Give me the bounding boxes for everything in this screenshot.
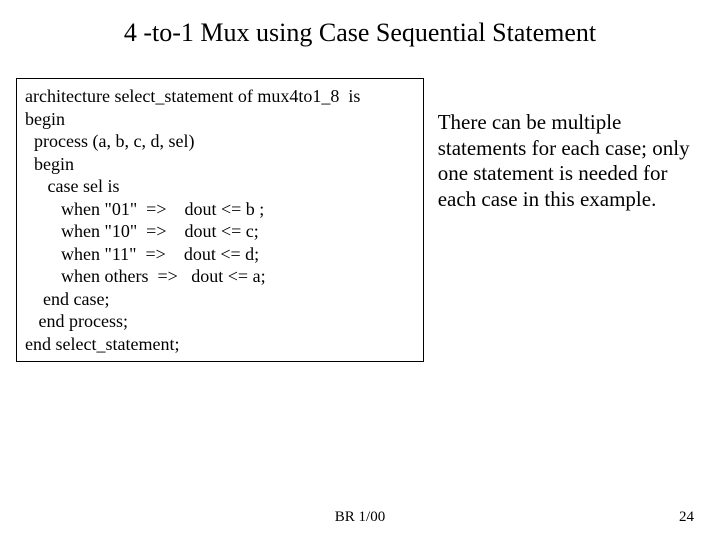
code-box: architecture select_statement of mux4to1… <box>16 78 424 362</box>
code-line: case sel is <box>25 175 415 198</box>
code-line: when "01" => dout <= b ; <box>25 198 415 221</box>
code-line: when "11" => dout <= d; <box>25 243 415 266</box>
code-line: end process; <box>25 310 415 333</box>
code-line: process (a, b, c, d, sel) <box>25 130 415 153</box>
code-line: end case; <box>25 288 415 311</box>
slide: 4 -to-1 Mux using Case Sequential Statem… <box>0 0 720 540</box>
code-line: end select_statement; <box>25 333 415 356</box>
page-number: 24 <box>679 509 694 526</box>
code-line: begin <box>25 108 415 131</box>
explanation-text: There can be multiple statements for eac… <box>438 78 704 212</box>
page-title: 4 -to-1 Mux using Case Sequential Statem… <box>10 18 710 48</box>
content-row: architecture select_statement of mux4to1… <box>10 78 710 362</box>
footer-credit: BR 1/00 <box>0 509 720 526</box>
code-line: begin <box>25 153 415 176</box>
code-line: when "10" => dout <= c; <box>25 220 415 243</box>
code-line: when others => dout <= a; <box>25 265 415 288</box>
code-line: architecture select_statement of mux4to1… <box>25 85 415 108</box>
